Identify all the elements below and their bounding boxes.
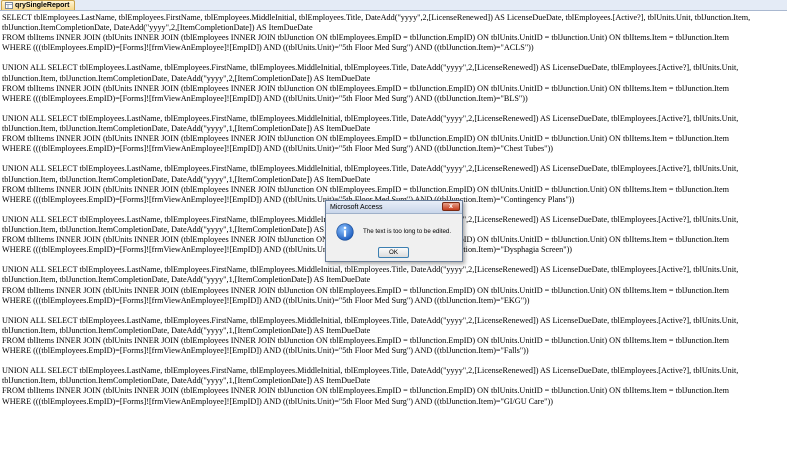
tab-qrysinglereport[interactable]: qrySingleReport <box>1 0 76 10</box>
tab-label: qrySingleReport <box>15 1 70 9</box>
dialog-close-button[interactable]: x <box>442 202 460 211</box>
close-icon: x <box>449 203 453 210</box>
sql-statement: UNION ALL SELECT tblEmployees.LastName, … <box>2 366 739 406</box>
document-tab-bar: qrySingleReport <box>0 0 787 11</box>
query-object-icon <box>5 2 13 9</box>
dialog-title-bar[interactable]: Microsoft Access x <box>326 201 462 214</box>
message-dialog: Microsoft Access x The text is too long … <box>325 200 463 262</box>
sql-statement: UNION ALL SELECT tblEmployees.LastName, … <box>2 315 739 356</box>
sql-statement: SELECT tblEmployees.LastName, tblEmploye… <box>2 13 751 53</box>
sql-statement: UNION ALL SELECT tblEmployees.LastName, … <box>2 113 739 154</box>
ok-button[interactable]: OK <box>378 247 409 258</box>
dialog-body: The text is too long to be edited. OK <box>326 214 462 261</box>
sql-statement: UNION ALL SELECT tblEmployees.LastName, … <box>2 164 739 204</box>
information-icon <box>336 223 354 241</box>
sql-statement: UNION ALL SELECT tblEmployees.LastName, … <box>2 265 739 305</box>
dialog-title: Microsoft Access <box>330 203 383 211</box>
dialog-message: The text is too long to be edited. <box>363 228 452 235</box>
sql-statement: UNION ALL SELECT tblEmployees.LastName, … <box>2 63 739 103</box>
